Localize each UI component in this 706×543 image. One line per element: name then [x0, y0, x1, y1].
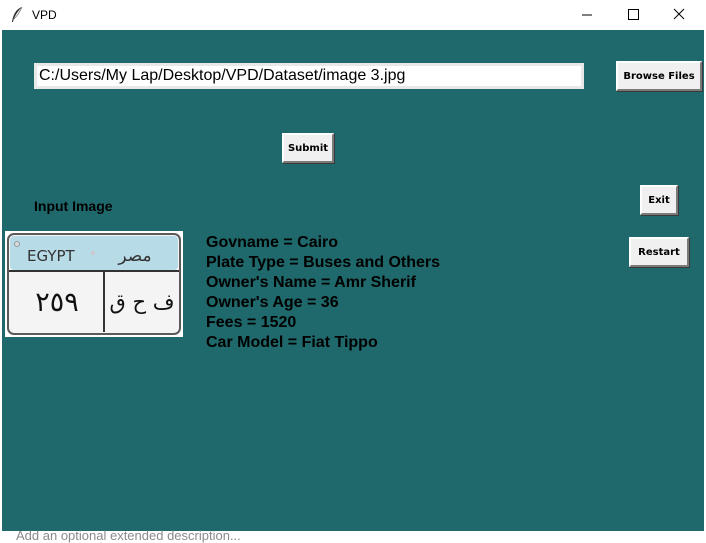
- window-title: VPD: [32, 8, 57, 22]
- input-image-label: Input Image: [34, 198, 113, 214]
- plate-country-en: EGYPT: [27, 247, 76, 265]
- close-icon: [673, 8, 685, 20]
- submit-button[interactable]: Submit: [282, 133, 334, 163]
- owner-name-line: Owner's Name = Amr Sherif: [206, 274, 416, 291]
- minimize-button[interactable]: [564, 0, 610, 30]
- title-bar: VPD: [0, 0, 706, 30]
- owner-age-line: Owner's Age = 36: [206, 294, 339, 311]
- restart-button[interactable]: Restart: [629, 237, 689, 267]
- car-model-line: Car Model = Fiat Tippo: [206, 334, 378, 351]
- close-button[interactable]: [656, 0, 702, 30]
- browse-files-button[interactable]: Browse Files: [616, 61, 702, 91]
- maximize-icon: [628, 9, 639, 20]
- plate-number: ٢٥٩: [35, 287, 79, 318]
- govname-line: Govname = Cairo: [206, 234, 339, 251]
- plate-type-line: Plate Type = Buses and Others: [206, 254, 441, 271]
- license-plate-image: EGYPT مصر ٢٥٩ ف ح ق: [5, 231, 183, 337]
- plate-country-ar: مصر: [117, 246, 151, 266]
- exit-button[interactable]: Exit: [640, 185, 678, 215]
- vehicle-info-panel: Govname = Cairo Plate Type = Buses and O…: [206, 233, 440, 353]
- fees-line: Fees = 1520: [206, 314, 297, 331]
- file-path-input[interactable]: [34, 63, 584, 89]
- maximize-button[interactable]: [610, 0, 656, 30]
- minimize-icon: [582, 14, 592, 16]
- feather-icon: [12, 6, 23, 22]
- plate-letters: ف ح ق: [110, 290, 175, 314]
